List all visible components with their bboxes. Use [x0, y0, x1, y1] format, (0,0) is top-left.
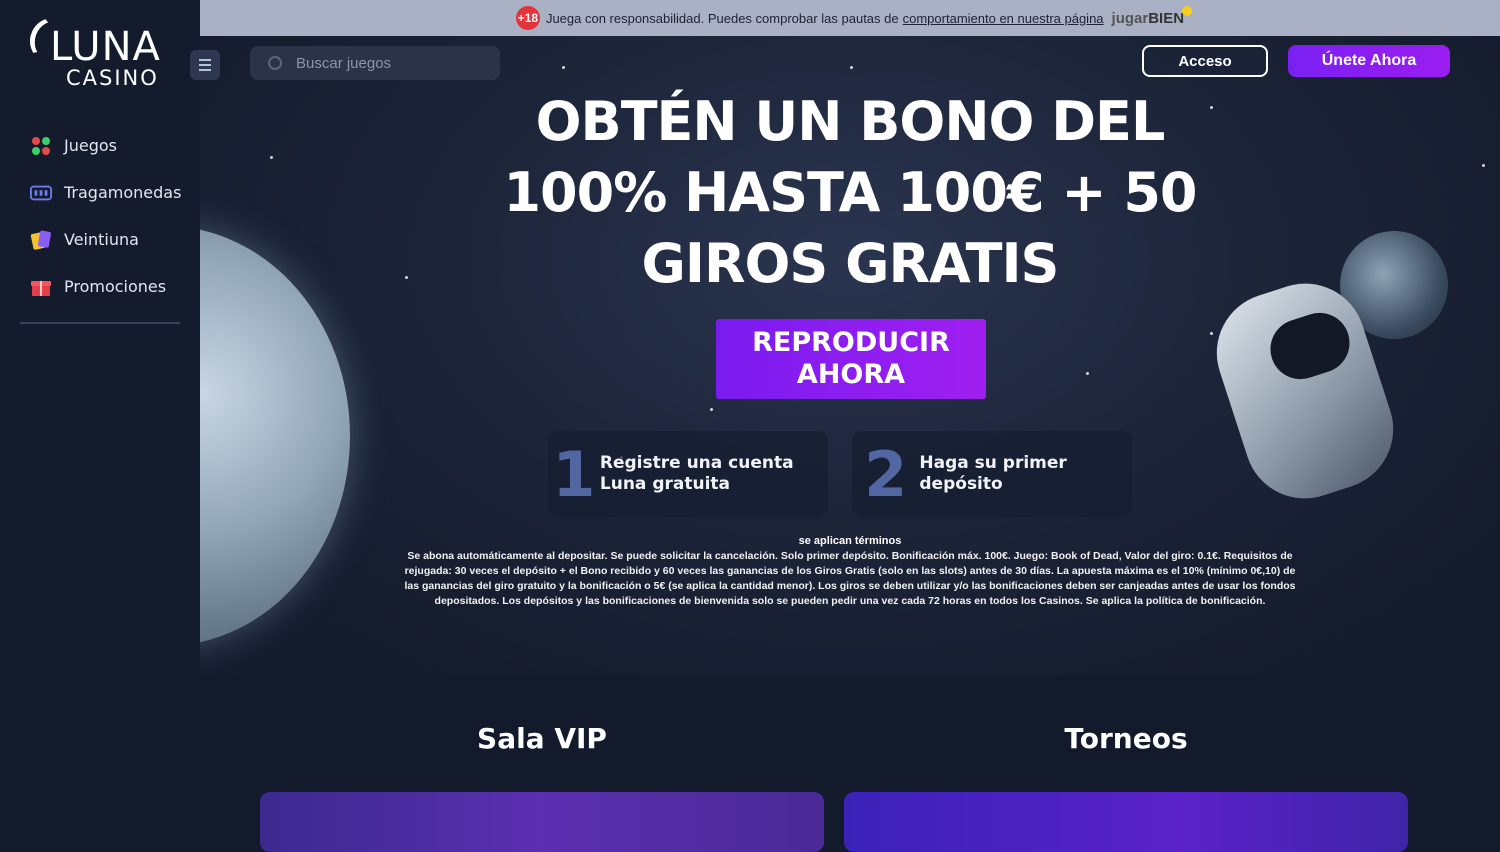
menu-bar	[199, 64, 211, 66]
star	[1086, 372, 1089, 375]
terms-title[interactable]: se aplican términos	[400, 535, 1300, 547]
star	[1210, 106, 1213, 109]
responsible-gaming-text: Juega con responsabilidad. Puedes compro…	[545, 10, 899, 26]
hero-headline: OBTÉN UN BONO DEL 100% HASTA 100€ + 50 G…	[503, 90, 1197, 295]
jugar-bien-logo-text: jugar	[1111, 9, 1149, 27]
step-text: Registre una cuenta Luna gratuita	[599, 453, 794, 494]
sidebar: LUNA CASINO Juegos Tragamonedas Veintiun…	[0, 0, 200, 844]
logo-subtext: CASINO	[66, 66, 159, 90]
sidebar-item-promociones[interactable]: Promociones	[0, 263, 200, 310]
sidebar-toggle-button[interactable]	[190, 50, 220, 80]
tournaments-title: Torneos	[1064, 722, 1188, 755]
star	[405, 276, 408, 279]
sidebar-item-tragamonedas[interactable]: Tragamonedas	[0, 169, 200, 216]
jugar-bien-dot-icon	[1182, 5, 1193, 16]
star	[562, 66, 565, 69]
terms-text: Se abona automáticamente al depositar. S…	[404, 550, 1296, 607]
jugar-bien-logo-bold: BIEN	[1148, 9, 1185, 27]
age-restriction-badge: +18	[515, 6, 540, 30]
step-card-2: 2 Haga su primer depósito	[852, 431, 1132, 517]
sidebar-item-label: Promociones	[64, 277, 167, 296]
tournaments-card[interactable]	[844, 792, 1408, 852]
step-number: 1	[552, 437, 596, 511]
sidebar-item-veintiuna[interactable]: Veintiuna	[0, 216, 200, 263]
search-placeholder: Buscar juegos	[296, 54, 392, 72]
login-button[interactable]: Acceso	[1142, 45, 1268, 77]
cards-icon	[30, 135, 52, 157]
sidebar-item-label: Veintiuna	[64, 230, 139, 249]
moon-illustration	[200, 226, 350, 646]
slot-machine-icon	[30, 182, 52, 204]
play-now-button[interactable]: REPRODUCIR AHORA	[716, 319, 986, 399]
astronaut-illustration	[1190, 266, 1430, 526]
gift-icon	[30, 276, 52, 298]
sidebar-item-label: Tragamonedas	[64, 183, 182, 202]
step-card-1: 1 Registre una cuenta Luna gratuita	[548, 431, 828, 517]
star	[270, 156, 273, 159]
sidebar-divider	[20, 322, 180, 324]
sidebar-nav: Juegos Tragamonedas Veintiuna Promocione…	[0, 122, 200, 310]
search-input[interactable]: Buscar juegos	[250, 46, 500, 80]
sidebar-item-label: Juegos	[64, 136, 117, 155]
menu-bar	[199, 69, 211, 71]
luna-casino-logo[interactable]: LUNA CASINO	[23, 11, 180, 98]
jugar-bien-logo[interactable]: jugarBIEN	[1111, 5, 1193, 27]
search-icon	[268, 56, 282, 70]
responsible-gaming-bar: +18 Juega con responsabilidad. Puedes co…	[200, 0, 1500, 36]
step-number: 2	[864, 437, 908, 511]
star	[1482, 164, 1485, 167]
star	[710, 408, 713, 411]
logo-text: LUNA	[50, 24, 161, 70]
star	[850, 66, 853, 69]
blackjack-icon	[30, 229, 52, 251]
menu-bar	[199, 59, 211, 61]
astronaut-body	[1201, 267, 1409, 515]
step-text: Haga su primer depósito	[919, 453, 1067, 494]
responsible-gaming-link[interactable]: comportamiento en nuestra página	[903, 11, 1104, 26]
sidebar-item-juegos[interactable]: Juegos	[0, 122, 200, 169]
join-now-button[interactable]: Únete Ahora	[1288, 45, 1450, 77]
vip-room-card[interactable]	[260, 792, 824, 852]
vip-room-title: Sala VIP	[477, 722, 607, 755]
